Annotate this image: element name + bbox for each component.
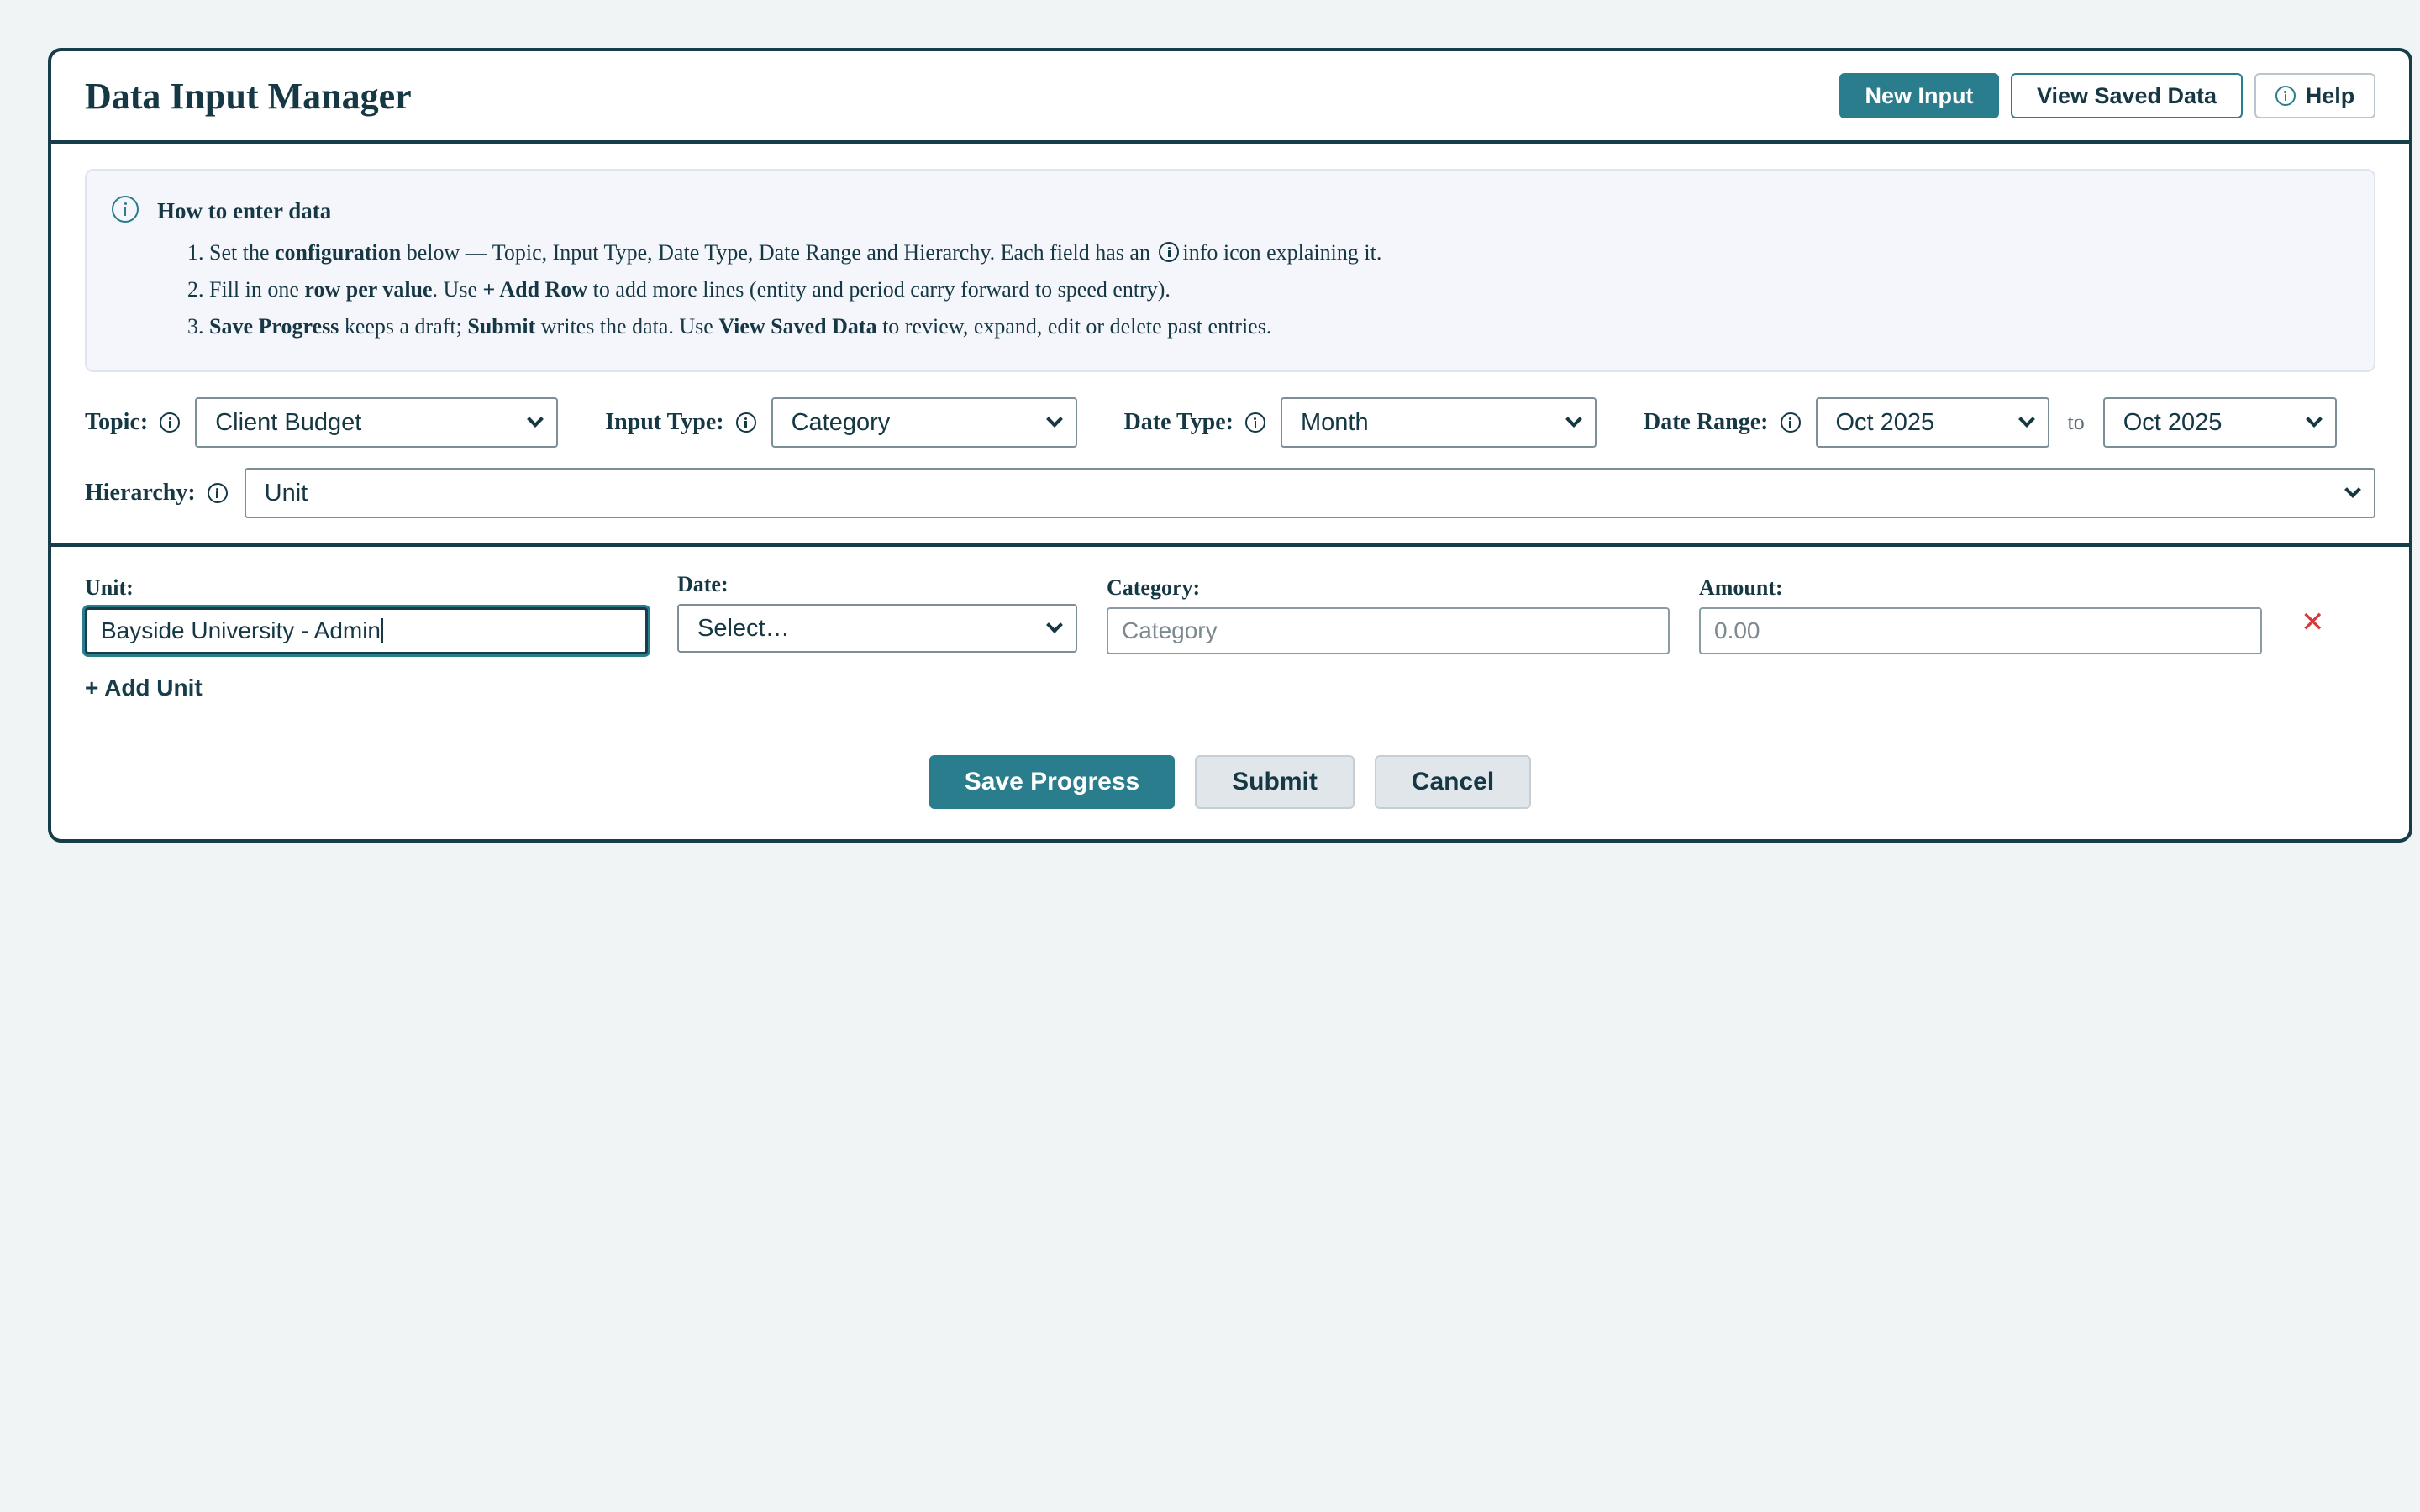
- amount-input[interactable]: 0.00: [1699, 607, 2262, 654]
- new-input-button[interactable]: New Input: [1839, 73, 1999, 118]
- unit-input[interactable]: Bayside University - Admin: [85, 607, 648, 654]
- chevron-down-icon: [1045, 411, 1063, 428]
- add-unit-link[interactable]: + Add Unit: [85, 675, 203, 701]
- info-icon[interactable]: [735, 412, 756, 433]
- amount-field: Amount: 0.00: [1699, 572, 2262, 654]
- help-button[interactable]: Help: [2254, 73, 2375, 118]
- instruction-step-3: 3. Save Progress keeps a draft; Submit w…: [187, 314, 1272, 339]
- configuration-section: How to enter data 1. Set the configurati…: [51, 144, 2409, 547]
- info-icon[interactable]: [1244, 412, 1265, 433]
- chevron-down-icon: [1565, 411, 1582, 428]
- topic-select[interactable]: Client Budget: [195, 397, 559, 448]
- date-range-to-select[interactable]: Oct 2025: [2102, 397, 2337, 448]
- date-type-select[interactable]: Month: [1280, 397, 1597, 448]
- amount-label: Amount:: [1699, 575, 1783, 600]
- view-saved-data-button[interactable]: View Saved Data: [2011, 73, 2243, 118]
- hierarchy-label: Hierarchy:: [85, 480, 228, 507]
- config-row-2: Hierarchy: Unit: [85, 468, 2375, 518]
- chevron-down-icon: [527, 411, 544, 428]
- instruction-step-1: 1. Set the configuration below — Topic, …: [187, 240, 1382, 265]
- info-icon[interactable]: [207, 483, 228, 503]
- date-type-label: Date Type:: [1124, 409, 1265, 436]
- date-label: Date:: [677, 572, 729, 596]
- config-row-1: Topic: Client Budget Input Type: Categor…: [85, 397, 2375, 448]
- category-input[interactable]: Category: [1107, 607, 1670, 654]
- category-field: Category: Category: [1107, 572, 1670, 654]
- chevron-down-icon: [2018, 411, 2035, 428]
- unit-label: Unit:: [85, 575, 134, 600]
- help-label: Help: [2305, 82, 2355, 108]
- date-select[interactable]: Select…: [677, 604, 1077, 653]
- close-icon[interactable]: ✕: [2301, 606, 2325, 639]
- instructions-title: How to enter data: [157, 198, 332, 223]
- entry-row: Unit: Bayside University - Admin Date: S…: [85, 572, 2375, 654]
- info-icon[interactable]: [1780, 412, 1801, 433]
- chevron-down-icon: [1046, 617, 1063, 633]
- info-icon: [1159, 242, 1180, 262]
- chevron-down-icon: [2305, 411, 2323, 428]
- instructions-box: How to enter data 1. Set the configurati…: [85, 169, 2375, 372]
- instructions-list: 1. Set the configuration below — Topic, …: [112, 234, 2349, 345]
- input-type-label: Input Type:: [605, 409, 756, 436]
- form-actions: Save Progress Submit Cancel: [85, 755, 2375, 809]
- cancel-button[interactable]: Cancel: [1375, 755, 1531, 809]
- date-range-from-select[interactable]: Oct 2025: [1815, 397, 2049, 448]
- submit-button[interactable]: Submit: [1195, 755, 1355, 809]
- header-actions: New Input View Saved Data Help: [1839, 73, 2375, 118]
- info-icon: [2275, 86, 2296, 106]
- header: Data Input Manager New Input View Saved …: [51, 51, 2409, 144]
- date-range-to-text: to: [2067, 410, 2085, 434]
- instruction-step-2: 2. Fill in one row per value. Use + Add …: [187, 277, 1171, 302]
- hierarchy-select[interactable]: Unit: [244, 468, 2375, 518]
- data-entry-section: Unit: Bayside University - Admin Date: S…: [51, 547, 2409, 809]
- input-type-select[interactable]: Category: [771, 397, 1077, 448]
- chevron-down-icon: [2344, 481, 2361, 498]
- text-cursor: [381, 618, 384, 643]
- info-icon[interactable]: [160, 412, 181, 433]
- topic-label: Topic:: [85, 409, 181, 436]
- date-range-label: Date Range:: [1644, 409, 1801, 436]
- date-field: Date: Select…: [677, 572, 1077, 653]
- data-input-manager-panel: Data Input Manager New Input View Saved …: [48, 48, 2412, 843]
- unit-field: Unit: Bayside University - Admin: [85, 572, 648, 654]
- info-icon: [112, 196, 139, 223]
- save-progress-button[interactable]: Save Progress: [929, 755, 1175, 809]
- category-label: Category:: [1107, 575, 1201, 600]
- page-title: Data Input Manager: [85, 75, 412, 117]
